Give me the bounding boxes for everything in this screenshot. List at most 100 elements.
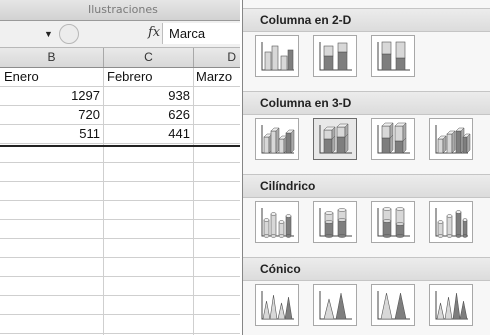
bar-shape	[287, 49, 294, 71]
column-header-c[interactable]: C	[104, 48, 194, 67]
cylinder-top	[382, 207, 392, 211]
3d-column-icon[interactable]	[429, 118, 473, 160]
name-box-dropdown-icon[interactable]: ▼	[44, 29, 53, 39]
cylinder-base	[382, 234, 392, 238]
3d-stacked-column-icon[interactable]	[313, 118, 357, 160]
cylinder-body	[455, 211, 462, 237]
bar-shape	[395, 57, 406, 71]
100-stacked-cylinder-icon[interactable]	[371, 201, 415, 243]
cell-b-header[interactable]: Enero	[4, 68, 39, 86]
bar-shape	[336, 126, 346, 138]
bar-shape	[394, 140, 404, 154]
cylinder-top	[446, 214, 453, 218]
cone-shape	[323, 298, 335, 320]
3d-100-stacked-column-icon[interactable]	[371, 118, 415, 160]
cylinder-body	[270, 213, 277, 237]
bar-shape	[381, 53, 392, 71]
cylinder-base	[382, 219, 392, 223]
bar-shape	[455, 130, 462, 154]
cylinder-body	[462, 219, 468, 237]
formula-input[interactable]: Marca	[162, 23, 240, 44]
formula-bar-cancel-button[interactable]	[59, 24, 79, 44]
cylinder-top	[337, 208, 347, 212]
stacked-cone-icon[interactable]	[313, 284, 357, 326]
column-header-b[interactable]: B	[0, 48, 104, 67]
cylinder-top	[455, 210, 462, 214]
cylinder-base	[324, 234, 334, 238]
cylinder-body	[382, 220, 392, 237]
cylinder-top	[395, 207, 405, 211]
cylinder-body	[285, 215, 292, 237]
bar-shape	[263, 136, 270, 154]
stacked-column-graphic	[319, 42, 352, 71]
clustered-cone-icon[interactable]	[255, 284, 299, 326]
100-stacked-column-icon[interactable]	[371, 35, 415, 77]
bar-side	[389, 122, 394, 139]
bar-shape	[394, 125, 404, 142]
ribbon-strip: Ilustraciones	[0, 0, 240, 21]
clustered-column-icon[interactable]	[255, 35, 299, 77]
cylinder-base	[278, 234, 285, 238]
100-stacked-cone-graphic	[377, 291, 410, 320]
3d-cone-icon[interactable]	[429, 284, 473, 326]
3d-100-stacked-column-graphic	[377, 122, 410, 154]
cylinder-top	[263, 218, 270, 222]
section-header-cone: Cónico	[243, 257, 490, 281]
bar-shape	[462, 136, 468, 154]
cell-c-header[interactable]: Febrero	[107, 68, 153, 86]
cylinder-top	[437, 220, 444, 224]
3d-stacked-column-graphic	[319, 123, 352, 154]
section-header-cylinder: Cilíndrico	[243, 174, 490, 198]
cone-shape	[262, 300, 271, 320]
bar-shape	[336, 136, 346, 154]
3d-cylinder-icon[interactable]	[429, 201, 473, 243]
bar-shape	[381, 41, 392, 55]
cylinder-body	[263, 219, 270, 237]
cylinder-base	[285, 234, 292, 238]
section-title: Cilíndrico	[260, 179, 316, 193]
cone-shape	[277, 302, 286, 320]
cone-shape	[269, 294, 278, 320]
cylinder-body	[395, 223, 405, 237]
column-header-d[interactable]: D	[194, 48, 240, 67]
stacked-cylinder-graphic	[319, 208, 352, 238]
cylinder-base	[395, 222, 405, 226]
bar-shape	[280, 55, 288, 71]
stacked-column-icon[interactable]	[313, 35, 357, 77]
bar-shape	[337, 51, 348, 71]
cylinder-base	[270, 234, 277, 238]
bar-side	[451, 130, 456, 154]
bar-side	[290, 129, 295, 154]
100-stacked-cylinder-graphic	[377, 207, 410, 238]
100-stacked-cone-icon[interactable]	[371, 284, 415, 326]
cylinder-top	[285, 214, 292, 218]
bar-shape	[270, 130, 277, 154]
bar-side	[402, 122, 407, 142]
cylinder-body	[278, 221, 285, 237]
insert-function-button[interactable]: fx	[148, 25, 160, 40]
section-title: Columna en 2-D	[260, 13, 352, 27]
section-title: Columna en 3-D	[260, 96, 352, 110]
section-title: Cónico	[260, 262, 301, 276]
3d-clustered-column-graphic	[261, 125, 295, 154]
bar-shape	[323, 129, 333, 140]
stacked-cylinder-icon[interactable]	[313, 201, 357, 243]
3d-cone-graphic	[435, 291, 468, 320]
clustered-cylinder-icon[interactable]	[255, 201, 299, 243]
3d-column-graphic	[435, 125, 471, 154]
cone-shape	[335, 292, 347, 320]
cone-shape	[436, 302, 445, 320]
cone-shape	[459, 300, 468, 320]
3d-clustered-column-icon[interactable]	[255, 118, 299, 160]
bar-shape	[446, 133, 453, 154]
cylinder-base	[324, 220, 334, 224]
cone-shape	[394, 292, 407, 320]
cell-d-header[interactable]: Marzo	[196, 68, 232, 86]
chart-type-gallery: Columna en 2-D Columna en 3-D Cilíndrico…	[242, 0, 490, 335]
cylinder-body	[324, 221, 334, 237]
bar-shape	[278, 138, 285, 154]
bar-shape	[381, 125, 391, 139]
cylinder-base	[462, 234, 468, 238]
cylinder-body	[382, 208, 392, 222]
cone-shape	[284, 296, 293, 320]
